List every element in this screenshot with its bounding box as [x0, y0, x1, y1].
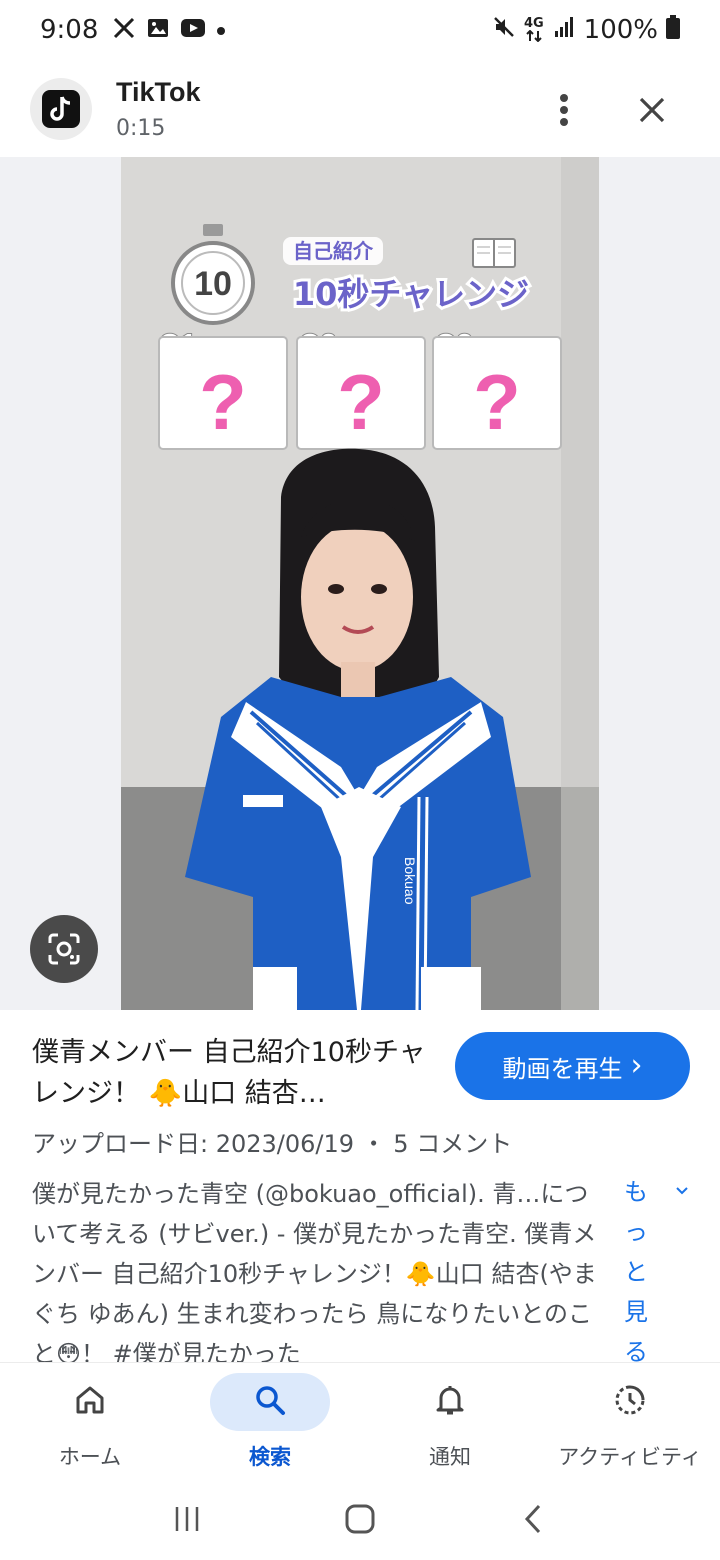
- result-info: 僕青メンバー 自己紹介10秒チャレンジ！ 🐥山口 結杏… 動画を再生 › アップ…: [0, 1010, 720, 1362]
- google-lens-button[interactable]: [30, 915, 98, 983]
- recent-apps-button[interactable]: [157, 1494, 217, 1544]
- more-options-button[interactable]: [546, 88, 582, 132]
- show-more-link[interactable]: もっと見る: [624, 1172, 660, 1362]
- image-icon: [146, 16, 170, 44]
- nav-search[interactable]: 検索: [180, 1363, 360, 1478]
- app-meta: TikTok 0:15: [116, 77, 201, 141]
- close-button[interactable]: [630, 88, 674, 132]
- bottom-navigation: ホーム 検索 通知 アクティビティ: [0, 1362, 720, 1478]
- timer-number: 10: [194, 265, 232, 303]
- upload-info: アップロード日: 2023/06/19 ・ 5 コメント: [32, 1130, 513, 1158]
- notebook-icon: [472, 238, 516, 268]
- question-mark-1: ?: [199, 358, 247, 446]
- tiktok-logo-icon: [30, 78, 92, 140]
- video-description: 僕が見たかった青空 (@bokuao_official). 青…について考える …: [32, 1180, 597, 1362]
- back-icon: [525, 1504, 541, 1534]
- nav-home[interactable]: ホーム: [0, 1363, 180, 1478]
- nav-search-label: 検索: [249, 1445, 291, 1469]
- chevron-down-icon[interactable]: [676, 1180, 688, 1199]
- video-thumbnail[interactable]: 10 自己紹介 10秒チャレンジ Q1. ? Q2. ?: [121, 157, 599, 1010]
- status-notification-icons: [112, 16, 226, 44]
- signal-icon: [552, 15, 576, 46]
- question-card-2: Q2. ?: [296, 327, 426, 450]
- play-video-label: 動画を再生: [502, 1054, 623, 1083]
- recent-apps-icon: [175, 1507, 198, 1531]
- back-button[interactable]: [503, 1494, 563, 1544]
- question-mark-3: ?: [473, 358, 521, 446]
- video-duration: 0:15: [116, 116, 166, 141]
- youtube-icon: [180, 17, 206, 43]
- status-system-icons: 4G 100%: [492, 14, 680, 46]
- more-vert-icon: [560, 94, 568, 126]
- question-card-1: Q1. ?: [158, 327, 288, 450]
- activity-icon: [540, 1383, 720, 1423]
- x-icon: [112, 16, 136, 44]
- nav-activity-label: アクティビティ: [558, 1445, 702, 1469]
- network-icon: 4G: [523, 16, 544, 42]
- app-header: TikTok 0:15: [0, 62, 720, 156]
- shirt-text: Bokuao: [402, 857, 418, 905]
- google-lens-icon: [48, 933, 80, 965]
- play-video-button[interactable]: 動画を再生 ›: [455, 1032, 690, 1100]
- close-icon: [639, 97, 665, 123]
- question-card-3: Q3. ?: [432, 327, 562, 450]
- network-type: 4G: [523, 16, 544, 31]
- chevron-right-icon: ›: [630, 1048, 643, 1083]
- system-navigation: [0, 1478, 720, 1560]
- challenge-text: 10秒チャレンジ: [293, 275, 529, 313]
- topic-badge: 自己紹介: [293, 239, 374, 263]
- nav-notifications-label: 通知: [429, 1445, 471, 1469]
- home-icon: [0, 1383, 180, 1423]
- nav-activity[interactable]: アクティビティ: [540, 1363, 720, 1478]
- search-icon: [180, 1383, 360, 1423]
- home-button[interactable]: [330, 1494, 390, 1544]
- bell-icon: [360, 1383, 540, 1423]
- status-bar: 9:08 4G 100%: [0, 0, 720, 60]
- nav-notifications[interactable]: 通知: [360, 1363, 540, 1478]
- question-mark-2: ?: [337, 358, 385, 446]
- mute-icon: [492, 15, 516, 46]
- home-circle-icon: [345, 1504, 375, 1534]
- video-title[interactable]: 僕青メンバー 自己紹介10秒チャレンジ！ 🐥山口 結杏…: [32, 1032, 432, 1114]
- media-preview: 10 自己紹介 10秒チャレンジ Q1. ? Q2. ?: [0, 157, 720, 1010]
- video-scene: 10 自己紹介 10秒チャレンジ Q1. ? Q2. ?: [121, 157, 599, 1010]
- status-time: 9:08: [40, 15, 99, 45]
- dot-icon: [216, 21, 226, 40]
- nav-home-label: ホーム: [58, 1445, 122, 1469]
- app-title: TikTok: [116, 77, 201, 107]
- battery-level: 100%: [583, 15, 658, 45]
- battery-icon: [666, 14, 680, 46]
